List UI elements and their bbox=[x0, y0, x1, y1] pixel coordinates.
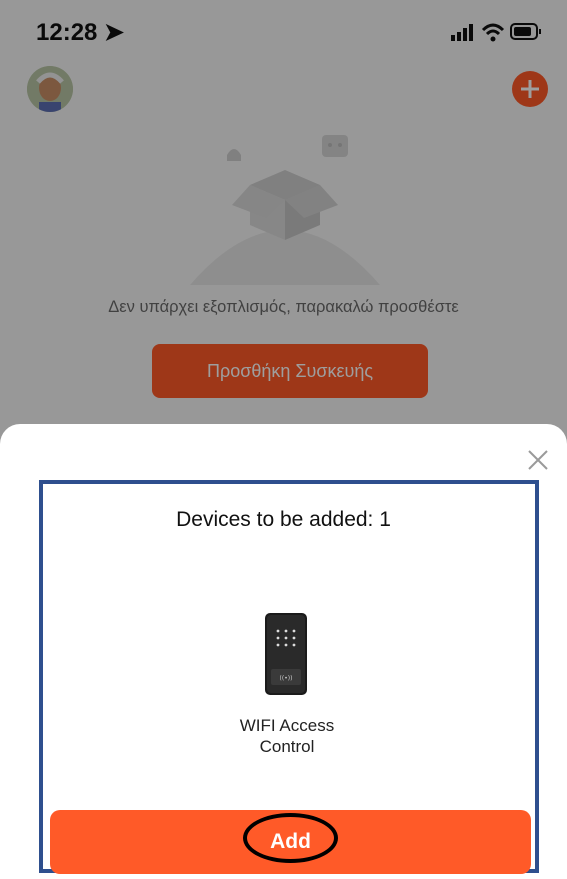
svg-text:((•)): ((•)) bbox=[280, 675, 293, 682]
close-icon[interactable] bbox=[526, 448, 550, 472]
device-card[interactable]: ((•)) WIFI Access Control bbox=[207, 605, 367, 775]
device-name: WIFI Access Control bbox=[207, 715, 367, 757]
sheet-title: Devices to be added: 1 bbox=[176, 508, 391, 531]
device-name-line-1: WIFI Access bbox=[239, 716, 335, 735]
device-name-line-2: Control bbox=[259, 737, 315, 756]
add-button[interactable]: Add bbox=[50, 810, 531, 874]
access-control-device-icon: ((•)) bbox=[265, 613, 307, 695]
